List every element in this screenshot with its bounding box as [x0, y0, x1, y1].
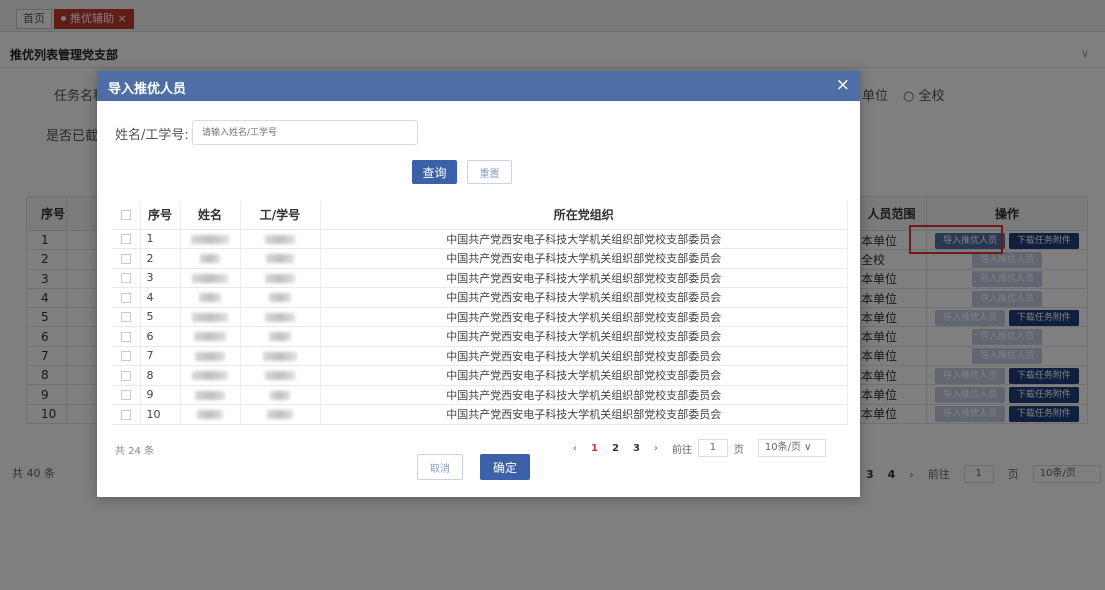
row-index: 8 — [140, 365, 181, 386]
row-id-redacted — [240, 307, 321, 327]
row-checkbox[interactable] — [112, 326, 141, 347]
row-name-redacted — [180, 229, 241, 249]
row-org: 中国共产党西安电子科技大学机关组织部党校支部委员会 — [320, 365, 848, 386]
col-index: 序号 — [140, 201, 181, 230]
confirm-button[interactable]: 确定 — [480, 454, 530, 480]
row-name-redacted — [180, 287, 241, 308]
candidate-row[interactable]: 3 中国共产党西安电子科技大学机关组织部党校支部委员会 — [112, 268, 848, 288]
row-index: 1 — [140, 229, 181, 249]
dialog-pager: ‹ 1 2 3 › 前往 1 页 10条/页 ∨ — [573, 439, 826, 457]
row-index: 3 — [140, 268, 181, 288]
candidate-row[interactable]: 10 中国共产党西安电子科技大学机关组织部党校支部委员会 — [112, 404, 848, 425]
row-id-redacted — [240, 404, 321, 425]
row-id-redacted — [240, 229, 321, 249]
row-name-redacted — [180, 365, 241, 386]
row-checkbox[interactable] — [112, 248, 141, 269]
row-org: 中国共产党西安电子科技大学机关组织部党校支部委员会 — [320, 229, 848, 249]
page-suffix: 页 — [733, 444, 744, 456]
close-icon[interactable]: × — [836, 75, 850, 95]
goto-label: 前往 — [671, 444, 692, 456]
row-checkbox[interactable] — [112, 346, 141, 366]
import-dialog: 导入推优人员 × 姓名/工学号: 查询 重置 序号 姓名 工/学号 所在党组织 … — [97, 71, 860, 497]
page-3[interactable]: 3 — [633, 443, 640, 454]
row-id-redacted — [240, 385, 321, 405]
row-checkbox[interactable] — [112, 268, 141, 288]
col-id: 工/学号 — [240, 201, 321, 230]
row-id-redacted — [240, 287, 321, 308]
row-name-redacted — [180, 346, 241, 366]
goto-page-input[interactable]: 1 — [697, 439, 728, 457]
row-name-redacted — [180, 248, 241, 269]
candidate-row[interactable]: 2 中国共产党西安电子科技大学机关组织部党校支部委员会 — [112, 248, 848, 269]
row-name-redacted — [180, 307, 241, 327]
row-name-redacted — [180, 404, 241, 425]
candidate-row[interactable]: 4 中国共产党西安电子科技大学机关组织部党校支部委员会 — [112, 287, 848, 308]
reset-button[interactable]: 重置 — [467, 160, 512, 184]
dialog-header: 导入推优人员 × — [97, 71, 860, 101]
row-id-redacted — [240, 365, 321, 386]
row-org: 中国共产党西安电子科技大学机关组织部党校支部委员会 — [320, 287, 848, 308]
page-size-select[interactable]: 10条/页 ∨ — [757, 439, 826, 457]
dialog-title: 导入推优人员 — [108, 82, 187, 97]
row-index: 2 — [140, 248, 181, 269]
row-name-redacted — [180, 326, 241, 347]
candidate-row[interactable]: 6 中国共产党西安电子科技大学机关组织部党校支部委员会 — [112, 326, 848, 347]
row-org: 中国共产党西安电子科技大学机关组织部党校支部委员会 — [320, 268, 848, 288]
col-org: 所在党组织 — [320, 201, 848, 230]
dialog-total: 共 24 条 — [115, 446, 155, 457]
page-1[interactable]: 1 — [591, 443, 598, 454]
search-label: 姓名/工学号: — [115, 128, 189, 143]
row-index: 6 — [140, 326, 181, 347]
next-page-icon[interactable]: › — [654, 443, 658, 454]
row-index: 7 — [140, 346, 181, 366]
candidate-row[interactable]: 7 中国共产党西安电子科技大学机关组织部党校支部委员会 — [112, 346, 848, 366]
candidate-table: 序号 姓名 工/学号 所在党组织 1 中国共产党西安电子科技大学机关组织部党校支部… — [112, 201, 848, 425]
row-id-redacted — [240, 346, 321, 366]
row-checkbox[interactable] — [112, 229, 141, 249]
candidate-row[interactable]: 5 中国共产党西安电子科技大学机关组织部党校支部委员会 — [112, 307, 848, 327]
row-id-redacted — [240, 268, 321, 288]
select-all-checkbox[interactable] — [112, 201, 141, 230]
row-checkbox[interactable] — [112, 404, 141, 425]
row-checkbox[interactable] — [112, 307, 141, 327]
row-id-redacted — [240, 326, 321, 347]
prev-page-icon[interactable]: ‹ — [573, 443, 577, 454]
page-2[interactable]: 2 — [612, 443, 619, 454]
row-index: 5 — [140, 307, 181, 327]
row-index: 4 — [140, 287, 181, 308]
row-name-redacted — [180, 385, 241, 405]
row-index: 9 — [140, 385, 181, 405]
row-org: 中国共产党西安电子科技大学机关组织部党校支部委员会 — [320, 307, 848, 327]
candidate-row[interactable]: 1 中国共产党西安电子科技大学机关组织部党校支部委员会 — [112, 229, 848, 249]
candidate-row[interactable]: 8 中国共产党西安电子科技大学机关组织部党校支部委员会 — [112, 365, 848, 386]
row-index: 10 — [140, 404, 181, 425]
row-org: 中国共产党西安电子科技大学机关组织部党校支部委员会 — [320, 385, 848, 405]
row-org: 中国共产党西安电子科技大学机关组织部党校支部委员会 — [320, 346, 848, 366]
col-name: 姓名 — [180, 201, 241, 230]
row-id-redacted — [240, 248, 321, 269]
query-button[interactable]: 查询 — [412, 160, 457, 184]
row-name-redacted — [180, 268, 241, 288]
row-org: 中国共产党西安电子科技大学机关组织部党校支部委员会 — [320, 404, 848, 425]
row-org: 中国共产党西安电子科技大学机关组织部党校支部委员会 — [320, 326, 848, 347]
row-org: 中国共产党西安电子科技大学机关组织部党校支部委员会 — [320, 248, 848, 269]
candidate-row[interactable]: 9 中国共产党西安电子科技大学机关组织部党校支部委员会 — [112, 385, 848, 405]
row-checkbox[interactable] — [112, 385, 141, 405]
row-checkbox[interactable] — [112, 365, 141, 386]
search-input[interactable] — [192, 120, 418, 145]
row-checkbox[interactable] — [112, 287, 141, 308]
cancel-button[interactable]: 取消 — [417, 454, 463, 480]
